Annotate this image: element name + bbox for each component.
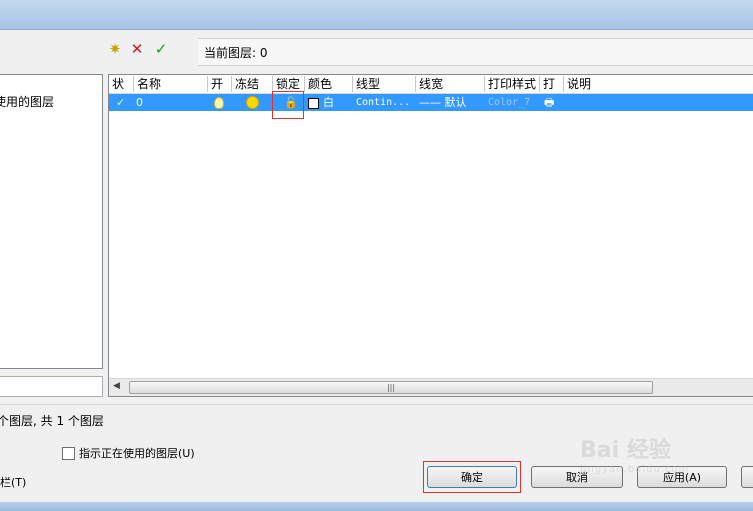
grid-header: 状 名称 开 冻结 锁定 颜色 线型 线宽 打印样式 打 说明 [109,75,753,94]
col-on[interactable]: 开 [208,76,232,92]
col-plot-style[interactable]: 打印样式 [485,76,540,92]
layer-search-input[interactable] [0,376,103,397]
plot-style-value: Color_7 [488,97,531,108]
layer-name[interactable]: 0 [136,94,143,111]
window-bottom-border [0,502,753,511]
layer-list-grid[interactable]: 状 名称 开 冻结 锁定 颜色 线型 线宽 打印样式 打 说明 ✓ 0 🔓 白 … [108,74,753,397]
layer-count-text: 个图层, 共 1 个图层 [0,413,104,428]
lightbulb-on-icon[interactable] [214,97,224,114]
col-name[interactable]: 名称 [134,76,208,92]
current-layer-text: 当前图层: 0 [204,45,268,60]
status-bar: 个图层, 共 1 个图层 [0,404,753,435]
color-name: 白 [323,96,334,109]
col-freeze[interactable]: 冻结 [232,76,273,92]
color-swatch-white [308,97,319,109]
col-lineweight[interactable]: 线宽 [416,76,485,92]
lineweight-value[interactable]: —— 默认 [419,94,467,111]
layer-filter-tree[interactable]: 使用的图层 [0,74,103,369]
printer-icon[interactable]: 🖶 [544,94,554,111]
layer-row[interactable]: ✓ 0 🔓 白 Contin... —— 默认 Color_7 🖶 [109,94,753,111]
indicate-in-use-option[interactable]: 指示正在使用的图层(U) [62,445,195,461]
color-cell[interactable]: 白 [308,94,334,111]
lock-column-highlight [272,91,304,119]
col-status[interactable]: 状 [109,76,134,92]
status-check-icon: ✓ [116,96,126,109]
baidu-watermark: Bai 经验 jingyan.baidu.com [580,438,690,475]
tree-item-used-layers[interactable]: 使用的图层 [0,93,54,110]
window-title-bar [0,0,753,30]
scroll-left-arrow-icon[interactable]: ◀ [113,381,120,391]
col-color[interactable]: 颜色 [305,76,353,92]
delete-layer-icon[interactable]: ✕ [128,40,146,58]
linetype-value[interactable]: Contin... [356,94,410,111]
indicate-in-use-label: 指示正在使用的图层(U) [79,447,195,460]
sun-thawed-icon[interactable] [246,96,259,113]
col-plot[interactable]: 打 [540,76,564,92]
horizontal-scrollbar[interactable]: ◀ ||| [109,378,753,396]
col-description[interactable]: 说明 [564,76,753,92]
indicate-in-use-checkbox[interactable] [62,446,75,460]
set-current-layer-icon[interactable]: ✓ [152,40,170,58]
ok-button-highlight [423,461,521,493]
new-layer-icon[interactable]: ✷ [106,40,124,58]
col-lock[interactable]: 锁定 [273,76,305,92]
left-option-label[interactable]: 栏(T) [0,474,26,490]
help-button[interactable] [741,466,753,488]
current-layer-label: 当前图层: 0 [198,38,753,66]
scrollbar-thumb[interactable]: ||| [129,381,653,394]
col-linetype[interactable]: 线型 [353,76,416,92]
